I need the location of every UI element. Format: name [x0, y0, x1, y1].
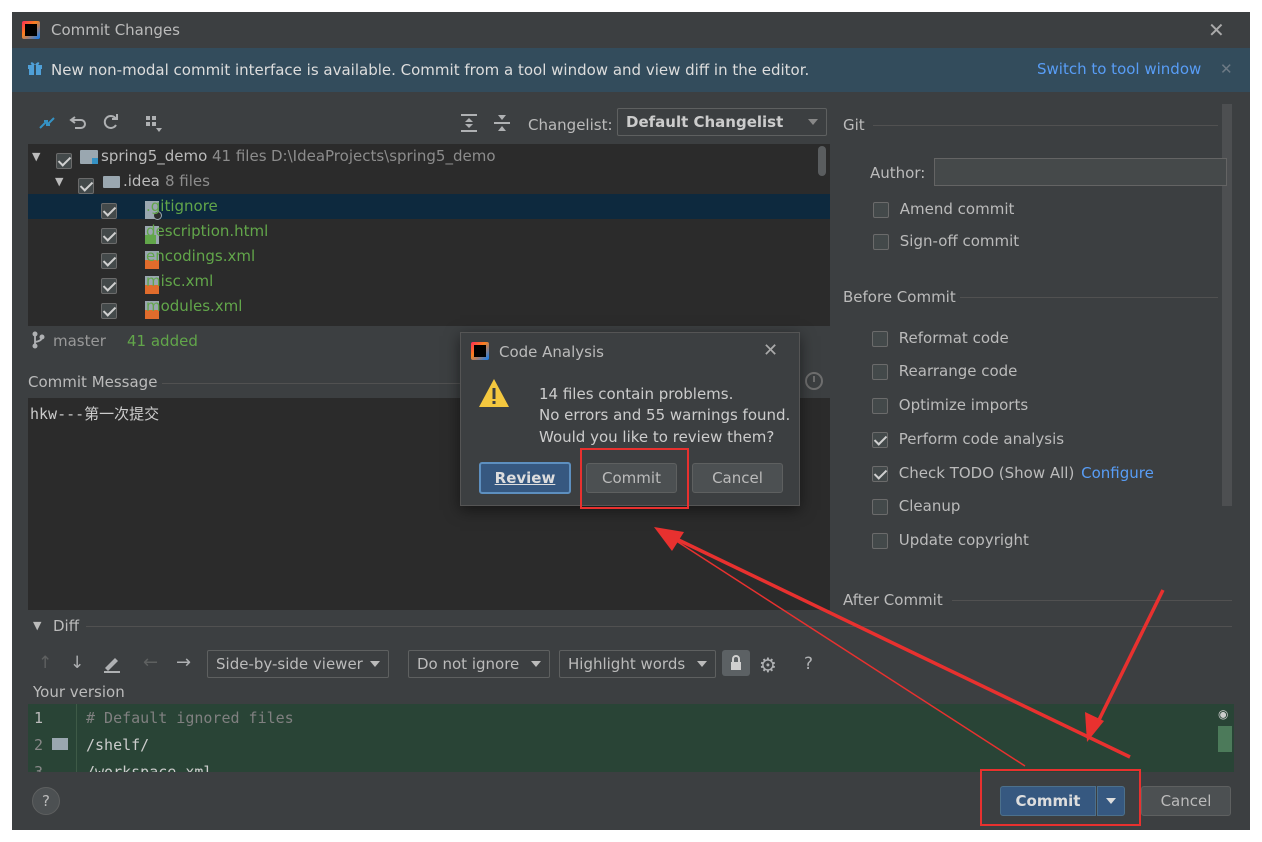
annotation-arrows	[654, 527, 1165, 767]
